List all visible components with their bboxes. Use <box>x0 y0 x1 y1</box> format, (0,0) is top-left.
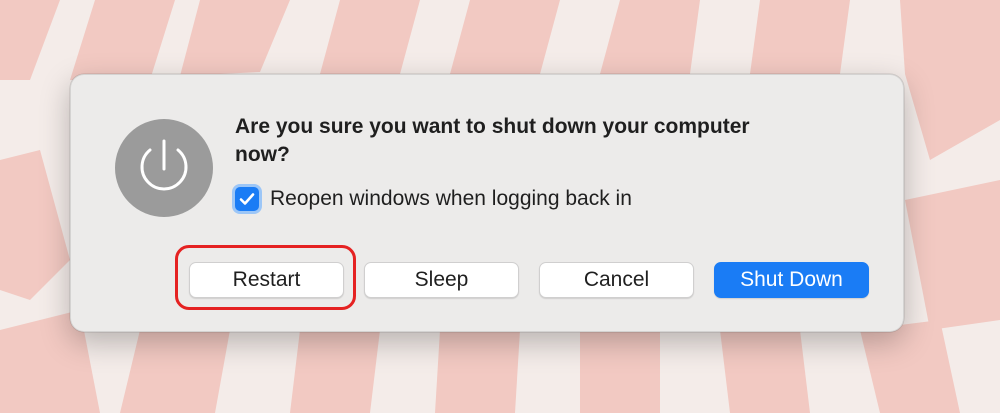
checkmark-icon <box>239 193 255 205</box>
power-icon <box>115 119 213 217</box>
restart-button[interactable]: Restart <box>189 262 344 298</box>
reopen-windows-checkbox[interactable] <box>235 187 259 211</box>
dialog-message: Are you sure you want to shut down your … <box>235 115 750 166</box>
shutdown-dialog: Are you sure you want to shut down your … <box>70 74 904 332</box>
reopen-windows-option[interactable]: Reopen windows when logging back in <box>231 183 632 215</box>
sleep-button[interactable]: Sleep <box>364 262 519 298</box>
shut-down-button[interactable]: Shut Down <box>714 262 869 298</box>
cancel-button[interactable]: Cancel <box>539 262 694 298</box>
reopen-windows-label[interactable]: Reopen windows when logging back in <box>270 187 632 211</box>
